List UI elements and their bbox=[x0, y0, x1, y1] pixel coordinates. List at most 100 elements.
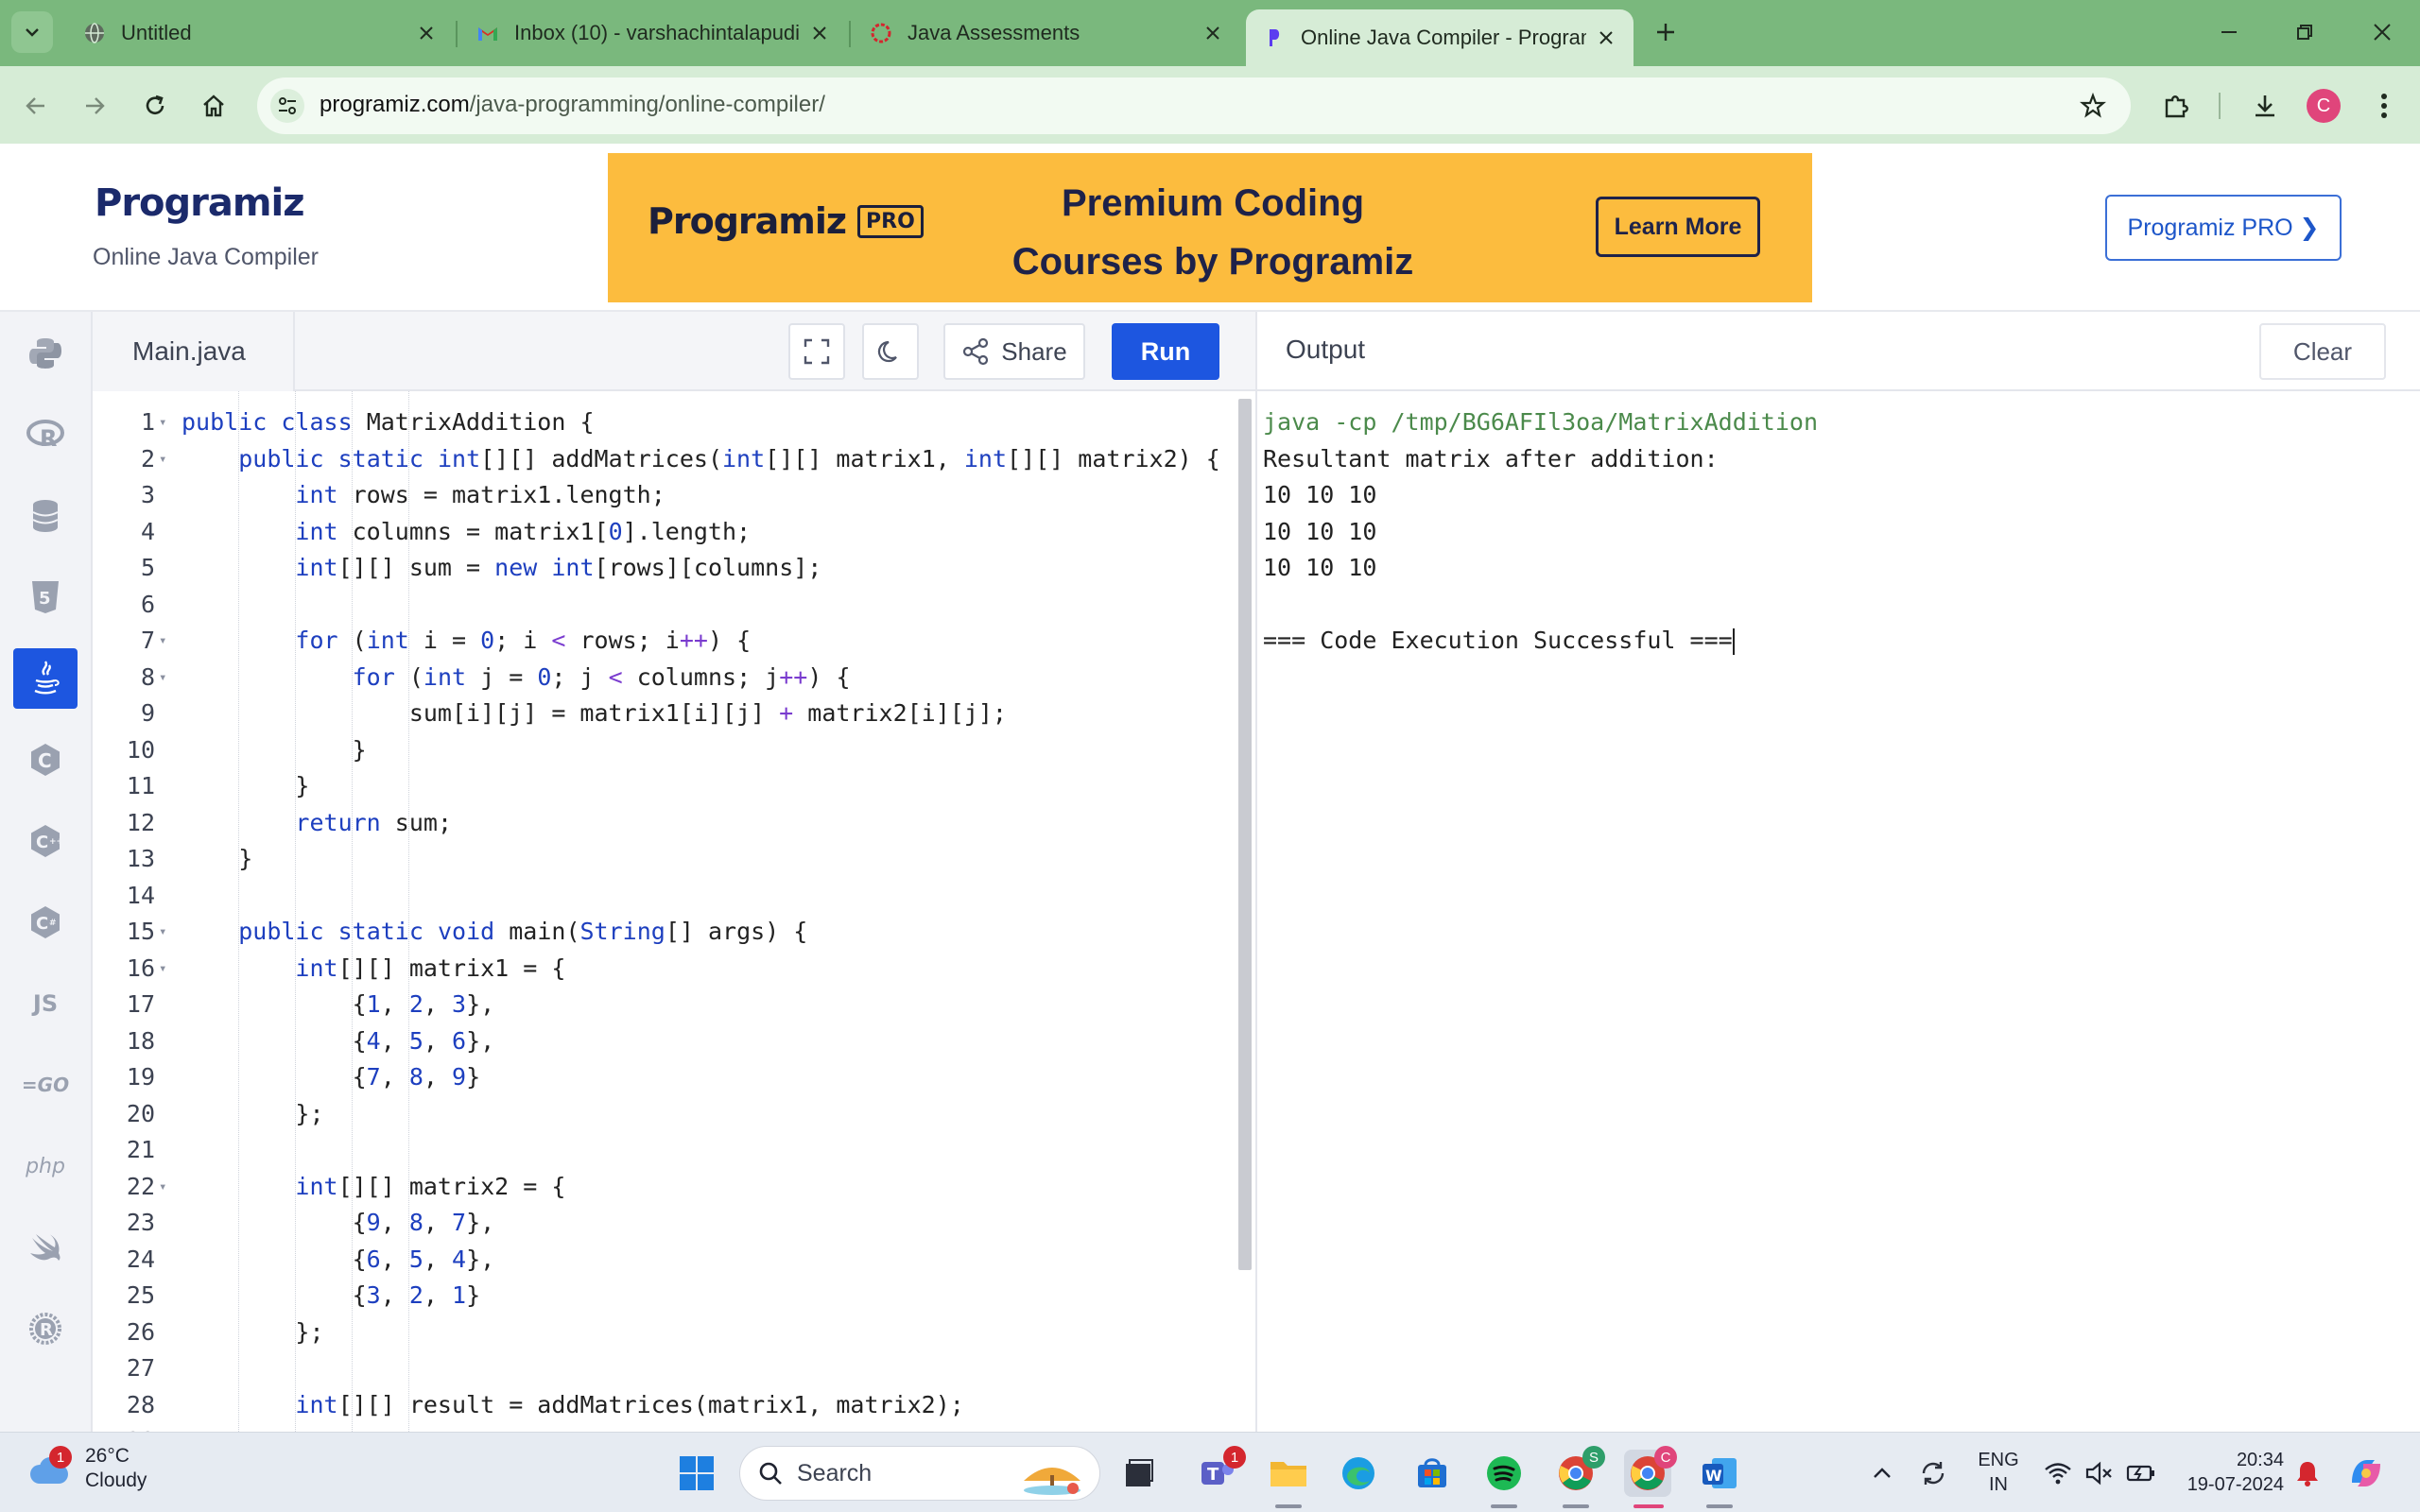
code-line[interactable]: 19 {7, 8, 9} bbox=[93, 1059, 1244, 1096]
code-line[interactable]: 13 } bbox=[93, 841, 1244, 878]
notifications-button[interactable] bbox=[2284, 1450, 2331, 1497]
sidebar-item-r[interactable]: R bbox=[13, 404, 78, 465]
run-button[interactable]: Run bbox=[1112, 323, 1219, 380]
sidebar-item-php[interactable]: php bbox=[13, 1136, 78, 1196]
tab-inbox[interactable]: Inbox (10) - varshachintalapudi bbox=[459, 11, 847, 55]
code-line[interactable]: 11 } bbox=[93, 768, 1244, 805]
weather-widget[interactable]: 1 26°C Cloudy bbox=[26, 1444, 147, 1493]
sync-tray-button[interactable] bbox=[1910, 1450, 1957, 1497]
sidebar-item-java[interactable] bbox=[13, 648, 78, 709]
code-line[interactable]: 9 sum[i][j] = matrix1[i][j] + matrix2[i]… bbox=[93, 696, 1244, 732]
sidebar-item-rust[interactable]: R bbox=[13, 1298, 78, 1359]
code-line[interactable]: 23 {9, 8, 7}, bbox=[93, 1205, 1244, 1242]
code-line[interactable]: 14 bbox=[93, 878, 1244, 915]
tab-online-java-compiler[interactable]: Online Java Compiler - Program bbox=[1246, 9, 1634, 66]
taskbar-search[interactable]: Search bbox=[739, 1446, 1100, 1501]
tab-untitled[interactable]: Untitled bbox=[66, 11, 454, 55]
address-bar[interactable]: programiz.com/java-programming/online-co… bbox=[257, 77, 2131, 134]
sidebar-item-csharp[interactable]: C # bbox=[13, 892, 78, 953]
code-line[interactable]: 24 {6, 5, 4}, bbox=[93, 1242, 1244, 1279]
code-line[interactable]: 1 ▾ public class MatrixAddition { bbox=[93, 404, 1244, 441]
tab-java-assessments[interactable]: Java Assessments bbox=[853, 11, 1240, 55]
file-explorer-app[interactable] bbox=[1265, 1450, 1312, 1497]
code-line[interactable]: 22 ▾ int[][] matrix2 = { bbox=[93, 1169, 1244, 1206]
store-app[interactable] bbox=[1409, 1450, 1456, 1497]
show-hidden-icons-button[interactable] bbox=[1858, 1450, 1906, 1497]
word-app[interactable]: W bbox=[1696, 1450, 1743, 1497]
code-line[interactable]: 8 ▾ for (int j = 0; j < columns; j++) { bbox=[93, 660, 1244, 696]
fold-arrow-icon[interactable]: ▾ bbox=[159, 1169, 166, 1206]
code-line[interactable]: 21 bbox=[93, 1132, 1244, 1169]
fold-arrow-icon[interactable]: ▾ bbox=[159, 623, 166, 660]
programiz-pro-button[interactable]: Programiz PRO ❯ bbox=[2105, 195, 2342, 261]
code-line[interactable]: 10 } bbox=[93, 732, 1244, 769]
site-info-icon[interactable] bbox=[270, 89, 304, 123]
code-line[interactable]: 25 {3, 2, 1} bbox=[93, 1278, 1244, 1314]
code-line[interactable]: 29 bbox=[93, 1423, 1244, 1432]
extensions-button[interactable] bbox=[2155, 85, 2197, 127]
close-tab-icon[interactable] bbox=[809, 23, 830, 43]
close-tab-icon[interactable] bbox=[416, 23, 437, 43]
close-window-button[interactable] bbox=[2361, 13, 2403, 51]
start-button[interactable] bbox=[673, 1450, 720, 1497]
code-line[interactable]: 5 int[][] sum = new int[rows][columns]; bbox=[93, 550, 1244, 587]
sidebar-item-swift[interactable] bbox=[13, 1217, 78, 1278]
file-tab-main-java[interactable]: Main.java bbox=[93, 312, 295, 391]
teams-app[interactable]: T 1 bbox=[1193, 1446, 1246, 1497]
sidebar-item-html[interactable]: 5 bbox=[13, 567, 78, 627]
code-line[interactable]: 3 int rows = matrix1.length; bbox=[93, 477, 1244, 514]
code-line[interactable]: 27 bbox=[93, 1350, 1244, 1387]
code-line[interactable]: 16 ▾ int[][] matrix1 = { bbox=[93, 951, 1244, 988]
battery-status[interactable] bbox=[2118, 1450, 2165, 1497]
clock[interactable]: 20:34 19-07-2024 bbox=[2170, 1448, 2284, 1497]
task-view-button[interactable] bbox=[1115, 1450, 1163, 1497]
chrome-app-profile-s[interactable]: S bbox=[1552, 1446, 1605, 1497]
back-button[interactable] bbox=[15, 85, 57, 127]
minimize-button[interactable] bbox=[2208, 13, 2250, 51]
fold-arrow-icon[interactable]: ▾ bbox=[159, 404, 166, 441]
fullscreen-button[interactable] bbox=[788, 323, 845, 380]
close-tab-icon[interactable] bbox=[1596, 27, 1616, 48]
network-status[interactable] bbox=[2034, 1450, 2082, 1497]
bookmark-star-icon[interactable] bbox=[2078, 91, 2108, 121]
code-line[interactable]: 7 ▾ for (int i = 0; i < rows; i++) { bbox=[93, 623, 1244, 660]
spotify-app[interactable] bbox=[1480, 1450, 1528, 1497]
fold-arrow-icon[interactable]: ▾ bbox=[159, 660, 166, 696]
code-line[interactable]: 18 {4, 5, 6}, bbox=[93, 1023, 1244, 1060]
profile-button[interactable]: C bbox=[2303, 85, 2344, 127]
fold-arrow-icon[interactable]: ▾ bbox=[159, 914, 166, 951]
url-text[interactable]: programiz.com/java-programming/online-co… bbox=[320, 92, 825, 118]
restore-button[interactable] bbox=[2284, 13, 2325, 51]
code-line[interactable]: 6 bbox=[93, 587, 1244, 624]
forward-button[interactable] bbox=[74, 85, 115, 127]
code-line[interactable]: 15 ▾ public static void main(String[] arg… bbox=[93, 914, 1244, 951]
promo-banner[interactable]: Programiz PRO Premium Coding Courses by … bbox=[608, 153, 1812, 302]
sidebar-item-cpp[interactable]: C ++ bbox=[13, 811, 78, 871]
sidebar-item-python[interactable] bbox=[13, 323, 78, 384]
close-tab-icon[interactable] bbox=[1202, 23, 1223, 43]
learn-more-button[interactable]: Learn More bbox=[1596, 197, 1760, 257]
code-line[interactable]: 4 int columns = matrix1[0].length; bbox=[93, 514, 1244, 551]
code-line[interactable]: 12 return sum; bbox=[93, 805, 1244, 842]
reload-button[interactable] bbox=[134, 85, 176, 127]
chrome-menu-button[interactable] bbox=[2363, 85, 2405, 127]
code-line[interactable]: 28 int[][] result = addMatrices(matrix1,… bbox=[93, 1387, 1244, 1424]
sidebar-item-c[interactable]: C bbox=[13, 730, 78, 790]
code-line[interactable]: 2 ▾ public static int[][] addMatrices(int… bbox=[93, 441, 1244, 478]
share-button[interactable]: Share bbox=[943, 323, 1085, 380]
downloads-button[interactable] bbox=[2244, 85, 2286, 127]
new-tab-button[interactable] bbox=[1647, 13, 1685, 51]
home-button[interactable] bbox=[193, 85, 234, 127]
sidebar-item-go[interactable]: =GO bbox=[13, 1055, 78, 1115]
dark-mode-toggle[interactable] bbox=[862, 323, 919, 380]
copilot-button[interactable] bbox=[2342, 1450, 2390, 1497]
language-indicator[interactable]: ENG IN bbox=[1972, 1448, 2025, 1497]
clear-button[interactable]: Clear bbox=[2259, 323, 2386, 380]
programiz-logo[interactable]: Programiz bbox=[95, 181, 305, 225]
fold-arrow-icon[interactable]: ▾ bbox=[159, 441, 166, 478]
code-line[interactable]: 26 }; bbox=[93, 1314, 1244, 1351]
sidebar-item-javascript[interactable]: JS bbox=[13, 973, 78, 1034]
fold-arrow-icon[interactable]: ▾ bbox=[159, 951, 166, 988]
chrome-app-profile-c[interactable]: C bbox=[1624, 1446, 1677, 1497]
tab-search-button[interactable] bbox=[11, 11, 53, 53]
